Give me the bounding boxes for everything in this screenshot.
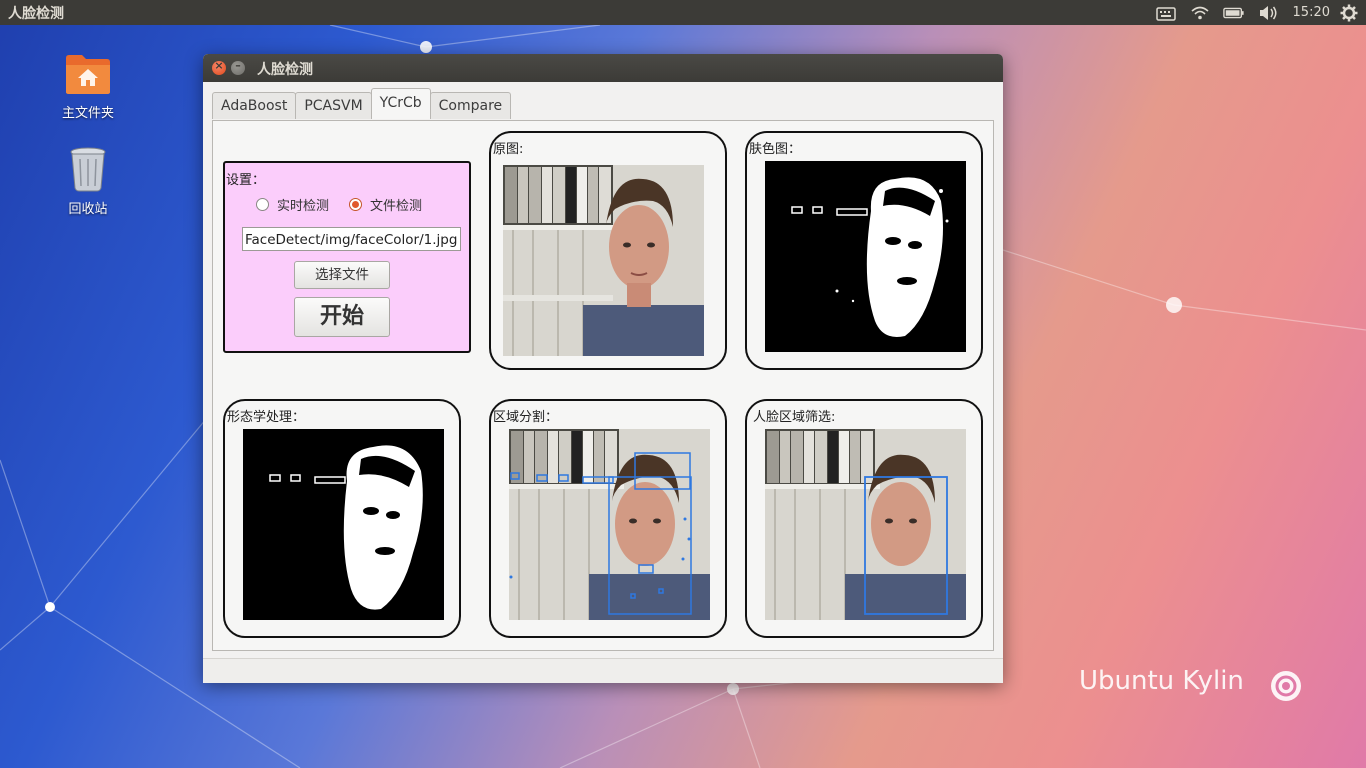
desktop-icon-label: 主文件夹 bbox=[61, 106, 114, 121]
segment-image bbox=[509, 429, 710, 620]
ubuntu-kylin-logo-icon bbox=[1271, 671, 1301, 701]
volume-icon[interactable] bbox=[1257, 0, 1279, 25]
face-filter-panel-title: 人脸区域筛选: bbox=[753, 410, 836, 425]
skin-image bbox=[765, 161, 966, 352]
file-path-input[interactable]: FaceDetect/img/faceColor/1.jpg bbox=[242, 227, 461, 251]
close-button[interactable]: × bbox=[212, 59, 226, 75]
keyboard-icon[interactable] bbox=[1155, 0, 1177, 25]
radio-realtime-label: 实时检测 bbox=[277, 199, 330, 214]
original-image bbox=[503, 165, 704, 356]
face-filter-image-panel: 人脸区域筛选: bbox=[745, 399, 983, 638]
settings-title: 设置： bbox=[226, 173, 266, 188]
radio-realtime[interactable]: 实时检测 bbox=[256, 195, 329, 214]
morph-image bbox=[243, 429, 444, 620]
battery-icon[interactable] bbox=[1222, 0, 1245, 25]
morph-panel-title: 形态学处理： bbox=[227, 410, 306, 425]
minimize-icon: – bbox=[235, 59, 241, 72]
wifi-icon[interactable] bbox=[1189, 0, 1211, 25]
skin-image-panel: 肤色图： bbox=[745, 131, 983, 370]
original-image-panel: 原图: bbox=[489, 131, 727, 370]
ycrcb-tab-pane: 设置： 实时检测 文件检测 FaceDetect/img/faceColor/1… bbox=[212, 120, 994, 651]
system-tray: 15:20 bbox=[1143, 0, 1366, 25]
desktop-icon-home[interactable]: 主文件夹 bbox=[43, 52, 133, 121]
window-title: 人脸检测 bbox=[257, 62, 313, 78]
tab-adaboost[interactable]: AdaBoost bbox=[212, 92, 297, 119]
clock[interactable]: 15:20 bbox=[1293, 5, 1330, 20]
original-panel-title: 原图: bbox=[493, 142, 524, 157]
radio-checked-icon bbox=[349, 198, 362, 211]
tab-ycrcb[interactable]: YCrCb bbox=[370, 88, 431, 119]
choose-file-button[interactable]: 选择文件 bbox=[294, 261, 390, 289]
status-bar bbox=[203, 658, 1003, 683]
segment-image-panel: 区域分割： bbox=[489, 399, 727, 638]
tab-bar: AdaBoost PCASVM YCrCb Compare bbox=[212, 88, 512, 119]
window-titlebar[interactable]: × – 人脸检测 bbox=[203, 54, 1003, 82]
radio-file-label: 文件检测 bbox=[370, 199, 423, 214]
tab-pcasvm[interactable]: PCASVM bbox=[295, 92, 372, 119]
trash-icon bbox=[70, 147, 106, 192]
desktop-icon-trash[interactable]: 回收站 bbox=[43, 146, 133, 217]
start-button[interactable]: 开始 bbox=[294, 297, 390, 337]
face-detect-window: × – 人脸检测 AdaBoost PCASVM YCrCb Compare 设… bbox=[203, 54, 1003, 683]
brand-text: Ubuntu Kylin bbox=[1079, 666, 1244, 696]
minimize-button[interactable]: – bbox=[231, 59, 245, 75]
settings-panel: 设置： 实时检测 文件检测 FaceDetect/img/faceColor/1… bbox=[223, 161, 471, 353]
file-path-value: FaceDetect/img/faceColor/1.jpg bbox=[245, 232, 458, 248]
close-icon: × bbox=[214, 59, 224, 72]
morph-image-panel: 形态学处理： bbox=[223, 399, 461, 638]
folder-home-icon bbox=[66, 55, 110, 94]
face-filter-image bbox=[765, 429, 966, 620]
radio-unchecked-icon bbox=[256, 198, 269, 211]
skin-panel-title: 肤色图： bbox=[749, 142, 802, 157]
gear-icon[interactable] bbox=[1338, 0, 1360, 25]
radio-file[interactable]: 文件检测 bbox=[349, 195, 422, 214]
active-app-title: 人脸检测 bbox=[8, 6, 64, 22]
segment-panel-title: 区域分割： bbox=[493, 410, 559, 425]
tab-compare[interactable]: Compare bbox=[429, 92, 512, 119]
top-panel: 人脸检测 15:20 bbox=[0, 0, 1366, 25]
desktop-icon-label: 回收站 bbox=[68, 202, 108, 217]
